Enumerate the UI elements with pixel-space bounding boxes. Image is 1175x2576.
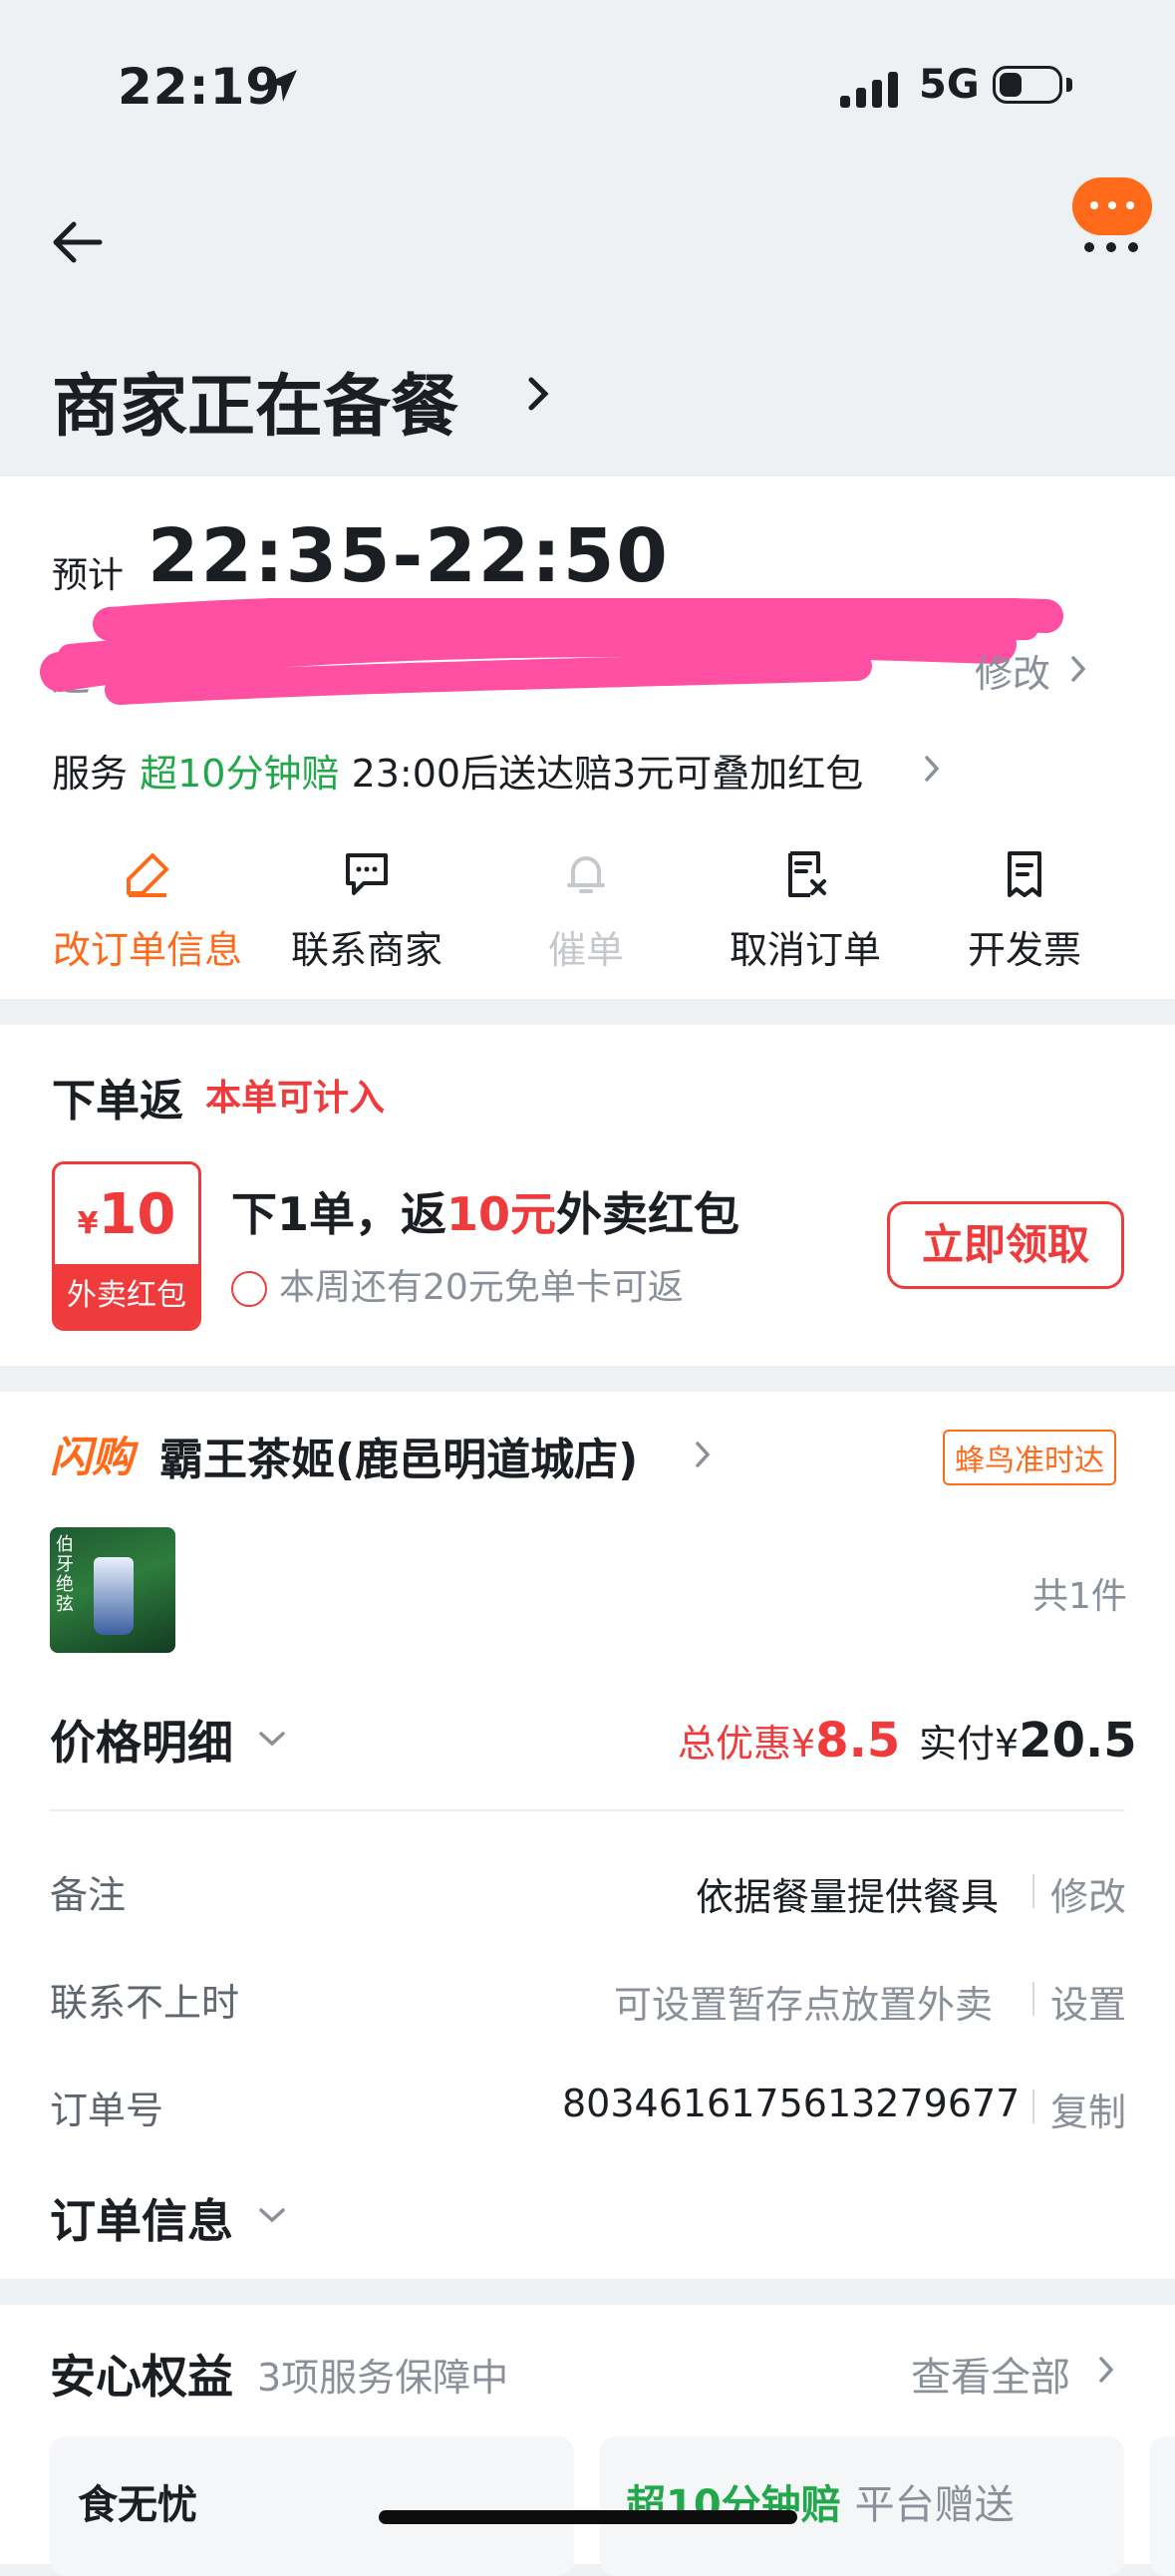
chevron-down-icon[interactable]	[257, 2205, 287, 2225]
separator	[1032, 1982, 1034, 2016]
delivery-badge: 蜂鸟准时达	[943, 1430, 1116, 1485]
service-highlight: 超10分钟赔	[140, 752, 340, 796]
redaction-scribble	[40, 598, 1063, 705]
safety-subtitle: 3项服务保障中	[257, 2356, 509, 2400]
action-label: 开发票	[967, 928, 1081, 972]
tea-cup-image	[94, 1557, 134, 1635]
safety-tile-food-label: 食无忧	[78, 2482, 197, 2528]
shangou-brand-logo: 闪购	[50, 1433, 135, 1481]
separator	[1032, 1874, 1034, 1908]
battery-tip	[1066, 78, 1072, 92]
cancel-document-icon	[788, 851, 826, 897]
rebate-title: 下单返	[52, 1076, 183, 1127]
contact-merchant-action[interactable]: 联系商家	[257, 849, 476, 974]
rebate-tag: 本单可计入	[205, 1078, 386, 1119]
cancel-order-action[interactable]: 取消订单	[696, 849, 915, 974]
unreachable-label: 联系不上时	[50, 1981, 240, 2025]
total-discount: 总优惠¥8.5	[678, 1713, 900, 1769]
view-all-link[interactable]: 查看全部	[911, 2345, 1070, 2403]
coupon-currency: ¥	[77, 1206, 99, 1241]
item-count: 共1件	[1032, 1576, 1127, 1617]
address-edit-link[interactable]: 修改	[975, 643, 1050, 698]
paid-value: 20.5	[1019, 1713, 1137, 1769]
network-label: 5G	[919, 62, 980, 108]
safety-title: 安心权益	[50, 2350, 233, 2404]
rebate-main-prefix: 下1单，返	[231, 1187, 447, 1241]
back-arrow-icon[interactable]	[50, 214, 106, 270]
paid-currency: ¥	[995, 1722, 1020, 1766]
rebate-main-suffix: 外卖红包	[556, 1187, 740, 1241]
order-status-title[interactable]: 商家正在备餐	[52, 351, 458, 450]
unreachable-setting-link[interactable]: 设置	[1050, 1974, 1126, 2029]
coupon-label: 外卖红包	[55, 1264, 198, 1328]
bell-icon	[567, 856, 605, 893]
checkbox-circle-icon[interactable]	[231, 1271, 267, 1307]
action-label: 催单	[547, 928, 624, 972]
rebate-sub-text: 本周还有20元免单卡可返	[279, 1267, 684, 1308]
chevron-right-icon[interactable]	[922, 754, 942, 784]
compensation-text: 平台赠送	[854, 2482, 1015, 2528]
order-number-label: 订单号	[50, 2089, 164, 2132]
paid-label: 实付	[919, 1722, 996, 1766]
rebate-sub-row[interactable]: 本周还有20元免单卡可返	[231, 1258, 684, 1310]
urge-order-action[interactable]: 催单	[476, 849, 696, 974]
receipt-icon	[1008, 851, 1041, 897]
edit-pencil-icon	[127, 853, 168, 897]
service-label: 服务	[52, 752, 129, 796]
battery-icon	[993, 66, 1062, 104]
unreachable-value: 可设置暂存点放置外卖	[614, 1983, 994, 2027]
chevron-right-icon[interactable]	[1096, 2355, 1116, 2385]
message-icon	[346, 853, 388, 895]
coupon-badge: ¥10 外卖红包	[52, 1161, 201, 1331]
chevron-right-icon[interactable]	[1068, 654, 1088, 684]
thumbnail-text: 伯牙绝弦	[56, 1534, 74, 1615]
note-label: 备注	[50, 1873, 127, 1917]
invoice-action[interactable]: 开发票	[915, 849, 1134, 974]
note-value: 依据餐量提供餐具	[696, 1875, 1000, 1919]
product-thumbnail[interactable]: 伯牙绝弦	[50, 1527, 175, 1653]
note-edit-link[interactable]: 修改	[1050, 1866, 1126, 1921]
chevron-down-icon[interactable]	[257, 1729, 287, 1749]
location-arrow-icon	[265, 70, 297, 102]
service-row[interactable]: 服务 超10分钟赔 23:00后送达赔3元可叠加红包	[52, 743, 863, 798]
store-name[interactable]: 霸王茶姬(鹿邑明道城店)	[159, 1424, 638, 1487]
safety-tile-more[interactable]	[1150, 2436, 1175, 2576]
discount-currency: ¥	[791, 1722, 816, 1766]
rebate-main-highlight: 10元	[446, 1187, 557, 1241]
order-number-value: 8034616175613279677	[562, 2082, 1021, 2125]
chevron-right-icon[interactable]	[523, 374, 553, 414]
more-dots-icon[interactable]	[1084, 237, 1150, 256]
eta-time: 22:35-22:50	[147, 513, 670, 599]
edit-order-action[interactable]: 改订单信息	[38, 849, 257, 974]
coupon-amount: 10	[98, 1182, 176, 1247]
home-indicator[interactable]	[379, 2510, 797, 2524]
price-detail-toggle[interactable]: 价格明细	[50, 1707, 233, 1772]
paid-amount: 实付¥20.5	[919, 1713, 1137, 1769]
rebate-main-text: 下1单，返10元外卖红包	[231, 1178, 739, 1244]
order-detail-card	[0, 1392, 1175, 2279]
action-label: 改订单信息	[52, 928, 242, 972]
signal-icon	[840, 72, 898, 108]
claim-button[interactable]: 立即领取	[887, 1201, 1124, 1289]
action-label: 联系商家	[290, 928, 442, 972]
separator	[1032, 2090, 1034, 2123]
chat-bubble-icon[interactable]	[1072, 177, 1152, 235]
status-time: 22:19	[118, 58, 282, 116]
divider	[50, 1809, 1125, 1811]
copy-order-number-link[interactable]: 复制	[1050, 2082, 1126, 2136]
action-label: 取消订单	[729, 928, 881, 972]
eta-label: 预计	[52, 555, 125, 596]
order-info-toggle[interactable]: 订单信息	[50, 2185, 233, 2251]
discount-label: 总优惠	[678, 1722, 792, 1766]
service-text: 23:00后送达赔3元可叠加红包	[351, 752, 864, 796]
discount-value: 8.5	[815, 1713, 901, 1769]
chevron-right-icon[interactable]	[693, 1440, 713, 1469]
